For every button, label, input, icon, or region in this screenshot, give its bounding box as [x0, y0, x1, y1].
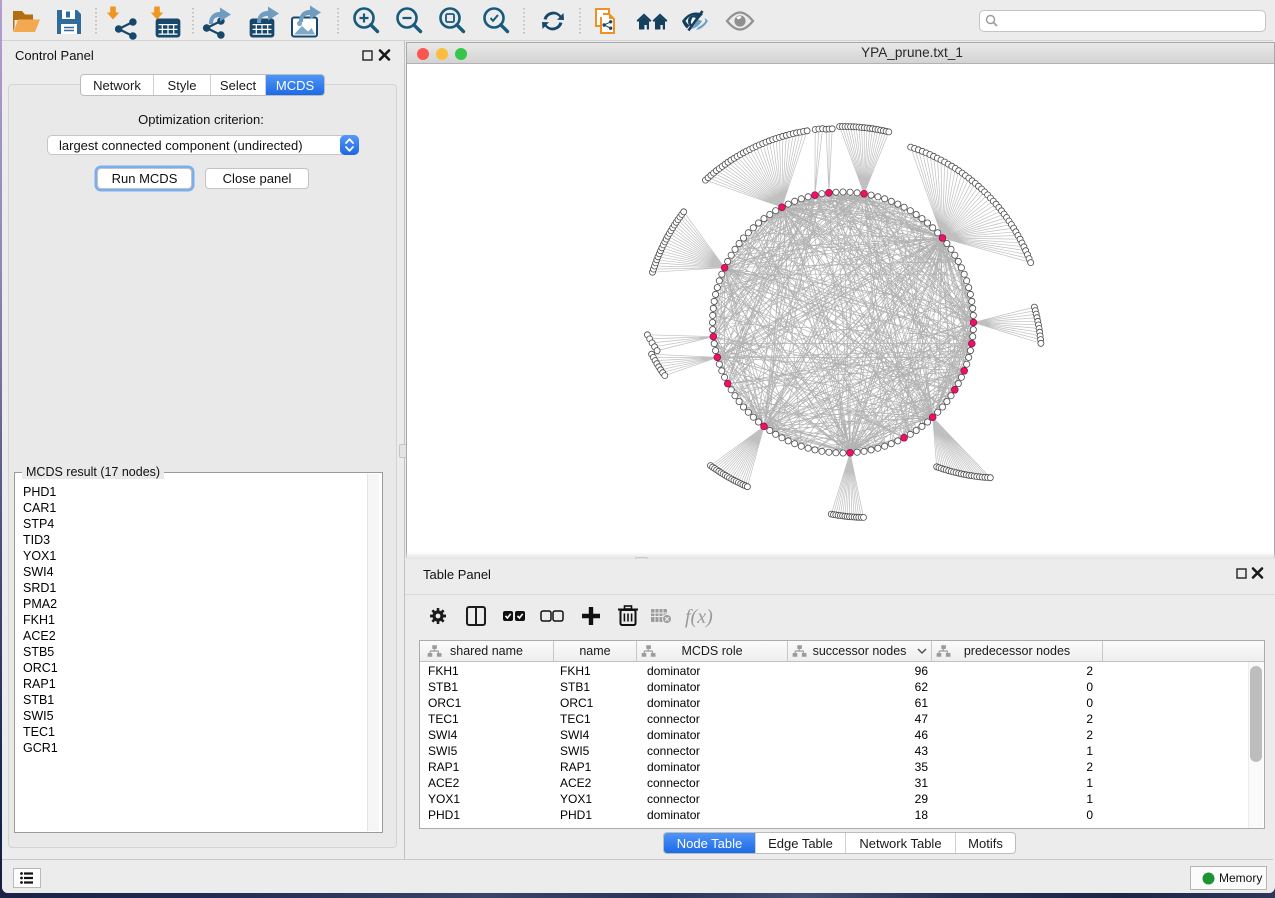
svg-text:f(x): f(x): [685, 606, 713, 628]
